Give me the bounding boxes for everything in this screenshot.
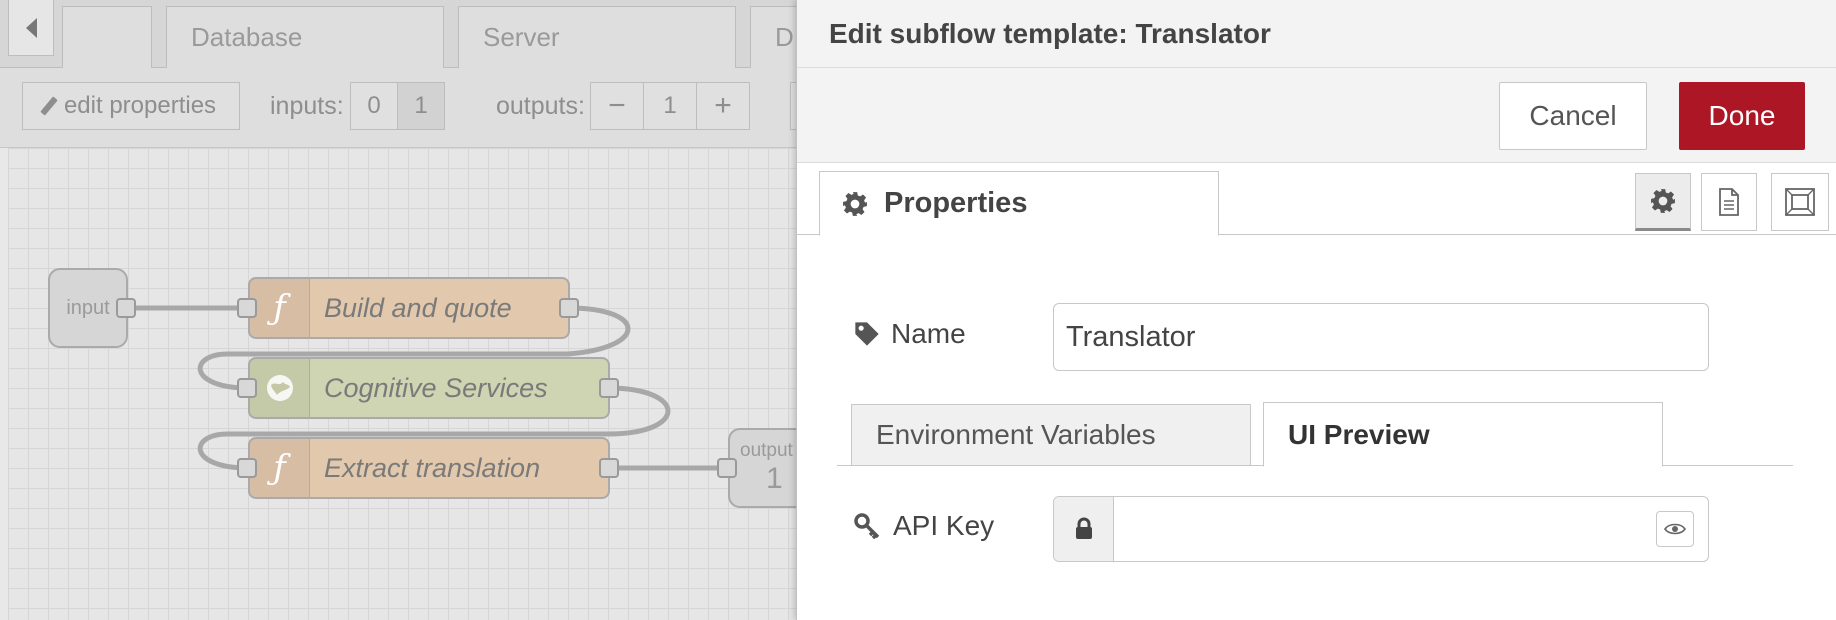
- globe-icon: [250, 359, 310, 417]
- tab-label: D: [775, 22, 794, 52]
- build-and-quote-output-port[interactable]: [559, 298, 579, 318]
- input-node-label: input: [66, 296, 110, 319]
- inputs-option-1[interactable]: 1: [397, 82, 445, 130]
- tab-environment-variables[interactable]: Environment Variables: [851, 404, 1251, 466]
- flow-canvas[interactable]: input ƒ Build and quote Cognitive Servic…: [8, 148, 800, 620]
- edit-subflow-panel: Edit subflow template: Translator Cancel…: [796, 0, 1836, 620]
- name-input[interactable]: [1053, 303, 1709, 371]
- name-label: Name: [853, 318, 966, 350]
- scroll-tabs-left-button[interactable]: [8, 0, 54, 56]
- tab-environment-variables-label: Environment Variables: [876, 419, 1156, 450]
- tab-properties[interactable]: Properties: [819, 171, 1219, 236]
- edit-properties-label: edit properties: [63, 92, 217, 119]
- output-node-label: output: [740, 440, 793, 461]
- panel-action-bar: Cancel Done: [797, 68, 1836, 163]
- panel-header: Edit subflow template: Translator: [797, 0, 1836, 68]
- inputs-label: inputs:: [270, 91, 344, 120]
- panel-tab-bar: Properties: [797, 163, 1836, 236]
- tab-ui-preview[interactable]: UI Preview: [1263, 402, 1663, 467]
- extract-translation-input-port[interactable]: [237, 458, 257, 478]
- name-label-text: Name: [891, 318, 966, 349]
- output-node-input-port[interactable]: [717, 458, 737, 478]
- tab-properties-label: Properties: [884, 187, 1028, 219]
- outputs-count[interactable]: 1: [643, 82, 697, 130]
- key-icon: [854, 513, 880, 540]
- extract-translation-label: Extract translation: [324, 452, 541, 483]
- cancel-button[interactable]: Cancel: [1499, 82, 1647, 150]
- gear-icon: [843, 191, 867, 216]
- edit-properties-button[interactable]: edit properties: [22, 82, 240, 130]
- outputs-label: outputs:: [496, 91, 585, 120]
- document-icon: [1719, 188, 1739, 216]
- workspace-tab-bar: Database Server D: [0, 0, 800, 68]
- pencil-icon: [40, 96, 58, 116]
- build-and-quote-node[interactable]: ƒ Build and quote: [248, 277, 570, 339]
- tab-label: Server: [483, 22, 560, 52]
- inputs-option-0[interactable]: 0: [350, 82, 398, 130]
- tab-ui-preview-label: UI Preview: [1288, 418, 1430, 450]
- subflow-toolbar: edit properties inputs: 0 1 outputs: − 1…: [0, 68, 800, 148]
- input-node-output-port[interactable]: [116, 298, 136, 318]
- cognitive-services-label: Cognitive Services: [324, 372, 548, 403]
- cognitive-services-input-port[interactable]: [237, 378, 257, 398]
- extract-translation-output-port[interactable]: [599, 458, 619, 478]
- tab-node-settings[interactable]: [1635, 173, 1691, 231]
- tag-icon: [855, 322, 879, 346]
- tab-server[interactable]: Server: [458, 6, 736, 68]
- lock-icon: [1054, 497, 1114, 561]
- tab-appearance[interactable]: [1771, 173, 1829, 231]
- tab-database[interactable]: Database: [166, 6, 444, 68]
- api-key-input[interactable]: [1114, 497, 1644, 561]
- output-node-number: 1: [766, 462, 783, 495]
- subflow-output-node[interactable]: output 1: [728, 428, 800, 508]
- show-password-toggle[interactable]: [1656, 511, 1694, 547]
- api-key-label: API Key: [853, 510, 994, 542]
- tab-flow-previous[interactable]: [62, 6, 152, 68]
- api-key-field: [1053, 496, 1709, 562]
- build-and-quote-input-port[interactable]: [237, 298, 257, 318]
- done-button[interactable]: Done: [1679, 82, 1805, 150]
- outputs-increment-button[interactable]: +: [696, 82, 750, 130]
- tab-description[interactable]: [1701, 173, 1757, 231]
- api-key-label-text: API Key: [893, 510, 995, 541]
- extract-translation-node[interactable]: ƒ Extract translation: [248, 437, 610, 499]
- build-and-quote-label: Build and quote: [324, 292, 512, 323]
- eye-icon: [1664, 523, 1686, 535]
- panel-title: Edit subflow template: Translator: [829, 17, 1271, 49]
- function-icon: ƒ: [250, 279, 310, 337]
- cognitive-services-output-port[interactable]: [599, 378, 619, 398]
- subflow-subtabs: Environment Variables UI Preview: [837, 402, 1793, 467]
- caret-left-icon: [25, 17, 37, 38]
- outputs-decrement-button[interactable]: −: [590, 82, 644, 130]
- function-icon: ƒ: [250, 439, 310, 497]
- cognitive-services-node[interactable]: Cognitive Services: [248, 357, 610, 419]
- tab-label: Database: [191, 22, 303, 52]
- tab-next-partial[interactable]: D: [750, 6, 800, 68]
- gear-icon: [1651, 189, 1675, 213]
- appearance-icon: [1785, 188, 1815, 216]
- flow-workspace: Database Server D edit properties inputs…: [0, 0, 800, 620]
